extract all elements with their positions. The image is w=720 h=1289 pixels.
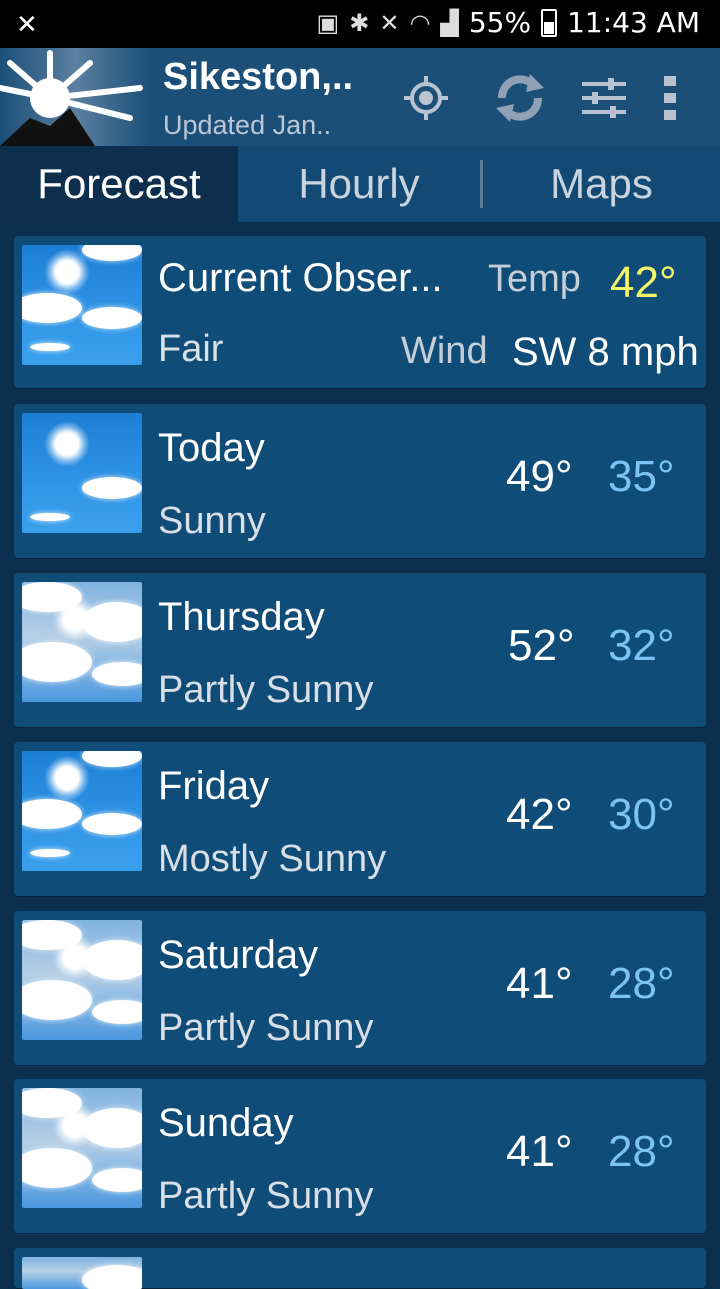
forecast-card[interactable]: Friday Mostly Sunny 42° 30° bbox=[14, 742, 706, 896]
partly-sunny-icon bbox=[22, 1257, 142, 1289]
current-wind: SW 8 mph bbox=[512, 330, 699, 374]
forecast-day: Today bbox=[158, 426, 265, 470]
current-title: Current Obser... bbox=[158, 256, 443, 300]
mostly-sunny-icon bbox=[22, 751, 142, 871]
forecast-card[interactable]: Thursday Partly Sunny 52° 32° bbox=[14, 573, 706, 727]
forecast-day: Thursday bbox=[158, 595, 325, 639]
settings-sliders-icon[interactable] bbox=[576, 70, 632, 126]
partly-sunny-icon bbox=[22, 920, 142, 1040]
forecast-card-partial[interactable] bbox=[14, 1248, 706, 1289]
notification-icon: ✕ bbox=[16, 10, 38, 40]
forecast-high: 41° bbox=[506, 1127, 573, 1176]
forecast-low: 28° bbox=[608, 1127, 675, 1176]
fair-weather-icon bbox=[22, 245, 142, 365]
status-icons: ▣ ✱ ✕ ◠ ▟ 55% 11:43 AM bbox=[317, 6, 700, 39]
forecast-card[interactable]: Sunday Partly Sunny 41° 28° bbox=[14, 1079, 706, 1233]
current-condition: Fair bbox=[158, 328, 224, 370]
forecast-high: 52° bbox=[508, 621, 575, 670]
forecast-condition: Partly Sunny bbox=[158, 1175, 374, 1217]
signal-icon: ▟ bbox=[440, 8, 459, 37]
location-icon[interactable] bbox=[398, 70, 454, 126]
forecast-low: 32° bbox=[608, 621, 675, 670]
forecast-day: Sunday bbox=[158, 1101, 294, 1145]
sunny-icon bbox=[22, 413, 142, 533]
updated-subtitle: Updated Jan.. bbox=[163, 110, 332, 140]
current-observation-card[interactable]: Current Obser... Fair Temp 42° Wind SW 8… bbox=[14, 236, 706, 388]
wifi-icon: ◠ bbox=[409, 8, 431, 37]
location-title[interactable]: Sikeston,.. bbox=[163, 56, 353, 99]
forecast-day: Saturday bbox=[158, 933, 319, 977]
tab-maps[interactable]: Maps bbox=[483, 146, 720, 222]
overflow-menu-icon[interactable] bbox=[650, 70, 690, 126]
forecast-condition: Partly Sunny bbox=[158, 1007, 374, 1049]
forecast-low: 28° bbox=[608, 959, 675, 1008]
app-logo bbox=[0, 48, 150, 146]
forecast-low: 35° bbox=[608, 452, 675, 501]
forecast-high: 41° bbox=[506, 959, 573, 1008]
forecast-condition: Sunny bbox=[158, 500, 266, 542]
status-bar: ✕ ▣ ✱ ✕ ◠ ▟ 55% 11:43 AM bbox=[0, 0, 720, 48]
bluetooth-icon: ✱ bbox=[349, 8, 370, 37]
tab-forecast[interactable]: Forecast bbox=[0, 146, 238, 222]
forecast-card[interactable]: Today Sunny 49° 35° bbox=[14, 404, 706, 558]
tab-hourly[interactable]: Hourly bbox=[238, 146, 480, 222]
forecast-card[interactable]: Saturday Partly Sunny 41° 28° bbox=[14, 911, 706, 1065]
wind-label: Wind bbox=[401, 330, 488, 372]
forecast-day: Friday bbox=[158, 764, 270, 808]
battery-percent: 55% bbox=[468, 6, 532, 39]
partly-sunny-icon bbox=[22, 1088, 142, 1208]
forecast-high: 49° bbox=[506, 452, 573, 501]
forecast-low: 30° bbox=[608, 790, 675, 839]
lock-icon: ▣ bbox=[316, 8, 340, 37]
refresh-icon[interactable] bbox=[490, 68, 550, 128]
partly-sunny-icon bbox=[22, 582, 142, 702]
clock: 11:43 AM bbox=[567, 6, 700, 39]
battery-icon bbox=[541, 8, 558, 37]
forecast-high: 42° bbox=[506, 790, 573, 839]
forecast-condition: Mostly Sunny bbox=[158, 838, 387, 880]
forecast-condition: Partly Sunny bbox=[158, 669, 374, 711]
mute-icon: ✕ bbox=[379, 8, 400, 37]
current-temp: 42° bbox=[610, 258, 677, 307]
temp-label: Temp bbox=[488, 258, 581, 300]
tab-bar: Forecast Hourly Maps bbox=[0, 146, 720, 222]
app-bar: Sikeston,.. Updated Jan.. bbox=[0, 48, 720, 146]
